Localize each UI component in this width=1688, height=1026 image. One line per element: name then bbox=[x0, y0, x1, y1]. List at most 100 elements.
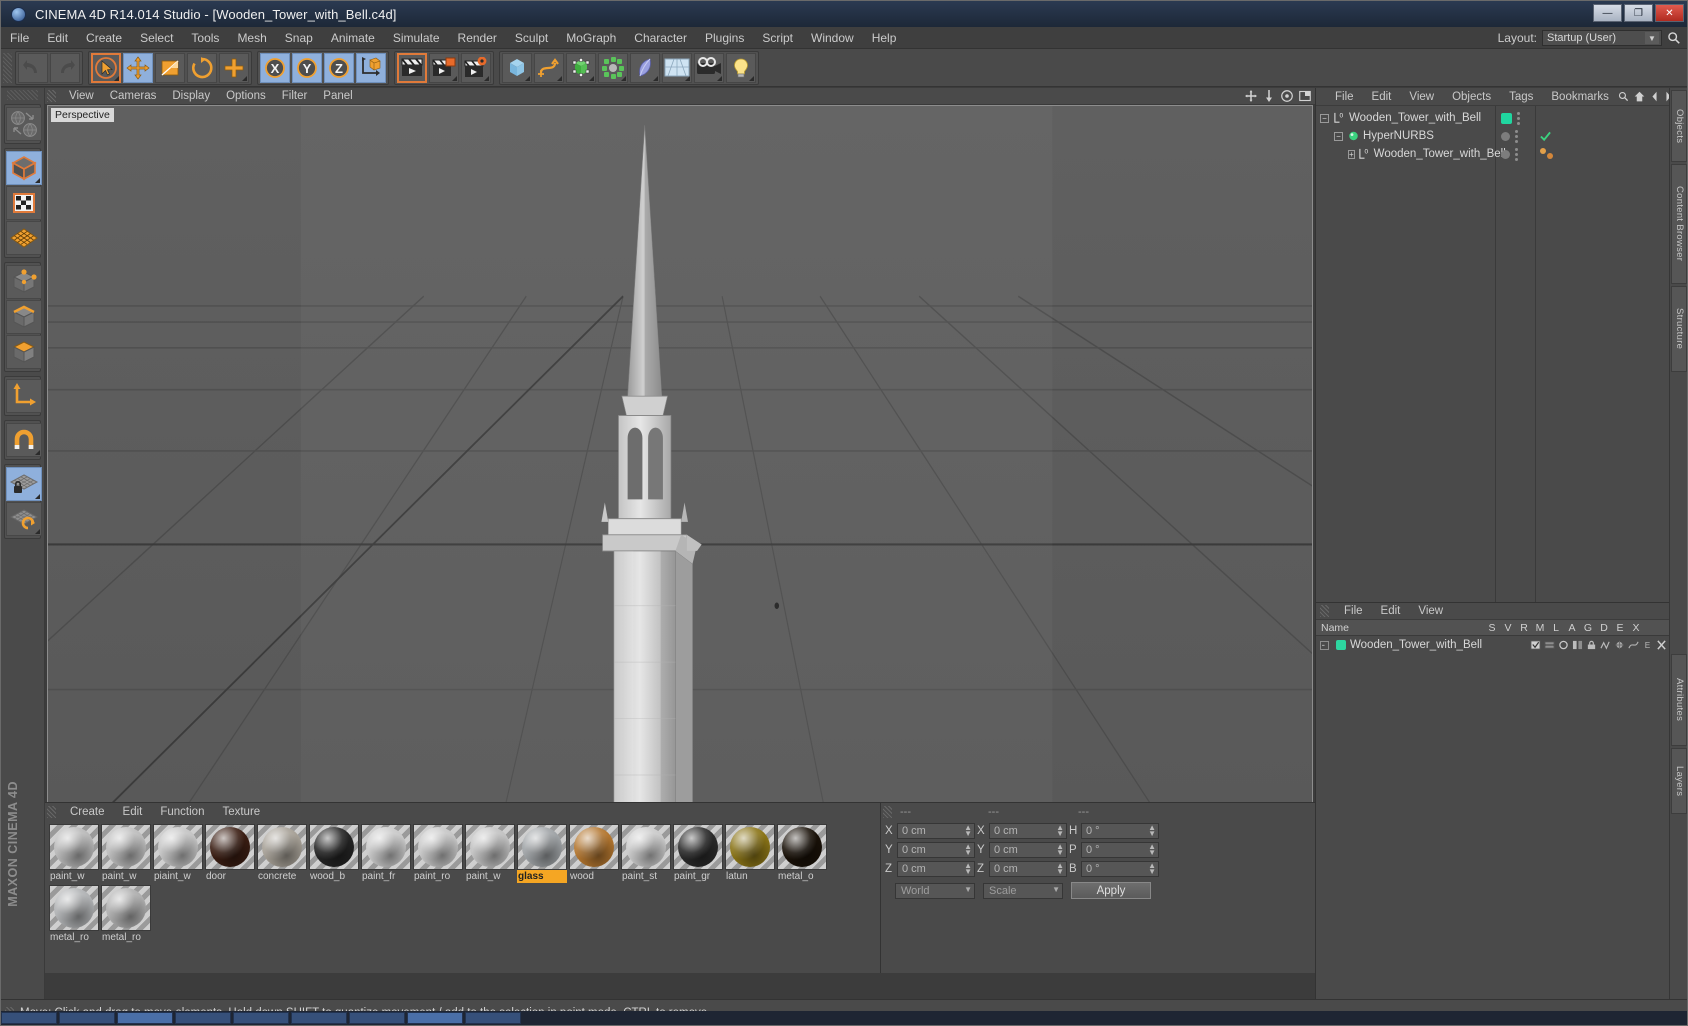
search-icon[interactable] bbox=[1667, 31, 1681, 45]
layer-expression-icon[interactable]: E bbox=[1642, 640, 1653, 650]
more-options-corner[interactable] bbox=[242, 75, 247, 81]
viewport-menu-filter[interactable]: Filter bbox=[274, 88, 316, 105]
world-object-axis-button[interactable] bbox=[356, 52, 386, 83]
menu-mograph[interactable]: MoGraph bbox=[557, 27, 625, 49]
position-x-field[interactable]: 0 cm ▲ ▼ bbox=[897, 822, 975, 839]
polygon-uv-mode-button[interactable] bbox=[6, 221, 42, 255]
menu-help[interactable]: Help bbox=[863, 27, 906, 49]
rotation-p-field[interactable]: 0 ° ▲ ▼ bbox=[1081, 841, 1159, 858]
tab-objects[interactable]: Objects bbox=[1671, 90, 1687, 162]
taskbar-item[interactable] bbox=[291, 1012, 347, 1024]
more-options-corner[interactable] bbox=[35, 450, 40, 455]
scale-button[interactable] bbox=[155, 52, 185, 83]
more-options-corner[interactable] bbox=[685, 75, 690, 81]
back-icon[interactable] bbox=[1650, 91, 1659, 102]
size-mode-select[interactable]: Scale ▼ bbox=[983, 882, 1063, 899]
material-item[interactable]: concrete bbox=[257, 824, 307, 883]
object-menu-view[interactable]: View bbox=[1400, 88, 1443, 106]
material-preview[interactable] bbox=[49, 824, 99, 870]
toolbar-grip[interactable] bbox=[3, 52, 12, 83]
taskbar-item-active[interactable] bbox=[117, 1012, 173, 1024]
apply-button[interactable]: Apply bbox=[1071, 882, 1151, 899]
more-options-corner[interactable] bbox=[525, 75, 530, 81]
spinner-icon[interactable]: ▲▼ bbox=[964, 861, 972, 875]
more-options-corner[interactable] bbox=[35, 494, 40, 499]
menu-file[interactable]: File bbox=[1, 27, 38, 49]
material-item[interactable]: paint_w bbox=[101, 824, 151, 883]
material-preview[interactable] bbox=[569, 824, 619, 870]
tab-content-browser[interactable]: Content Browser bbox=[1671, 164, 1687, 284]
object-menu-file[interactable]: File bbox=[1326, 88, 1363, 106]
more-options-corner[interactable] bbox=[35, 178, 40, 183]
taskbar-item-active[interactable] bbox=[407, 1012, 463, 1024]
spinner-icon[interactable]: ▲▼ bbox=[1148, 861, 1156, 875]
minimize-button[interactable]: — bbox=[1593, 4, 1622, 22]
material-item[interactable]: metal_ro bbox=[101, 885, 151, 944]
material-item[interactable]: door bbox=[205, 824, 255, 883]
points-mode-button[interactable] bbox=[6, 265, 42, 299]
layer-menu-edit[interactable]: Edit bbox=[1372, 602, 1410, 620]
object-menu-bookmarks[interactable]: Bookmarks bbox=[1542, 88, 1618, 106]
lock-z-button[interactable]: Z bbox=[324, 52, 354, 83]
material-menu-texture[interactable]: Texture bbox=[213, 803, 269, 821]
more-options-corner[interactable] bbox=[35, 529, 40, 534]
perspective-viewport[interactable]: Perspective bbox=[47, 105, 1313, 913]
visibility-toggle-icon[interactable] bbox=[1515, 129, 1518, 143]
taskbar-item[interactable] bbox=[233, 1012, 289, 1024]
tag-row-2[interactable] bbox=[1536, 145, 1669, 163]
visibility-toggle-icon[interactable] bbox=[1515, 147, 1518, 161]
menu-snap[interactable]: Snap bbox=[276, 27, 322, 49]
axis-mode-button[interactable] bbox=[6, 379, 42, 413]
search-icon[interactable] bbox=[1618, 91, 1629, 102]
coordinates-grip[interactable] bbox=[883, 806, 892, 818]
spinner-icon[interactable]: ▲▼ bbox=[1148, 823, 1156, 837]
lock-y-button[interactable]: Y bbox=[292, 52, 322, 83]
layer-generator-icon[interactable] bbox=[1614, 640, 1625, 650]
material-preview[interactable] bbox=[777, 824, 827, 870]
menu-render[interactable]: Render bbox=[449, 27, 506, 49]
material-tag-icon[interactable] bbox=[1540, 148, 1546, 154]
material-preview[interactable] bbox=[205, 824, 255, 870]
material-preview[interactable] bbox=[361, 824, 411, 870]
material-item[interactable]: latun bbox=[725, 824, 775, 883]
render-region-button[interactable] bbox=[429, 52, 459, 83]
coordinate-system-select[interactable]: World ▼ bbox=[895, 882, 975, 899]
layer-lock-icon[interactable] bbox=[1586, 640, 1597, 650]
workplane-rotate-button[interactable] bbox=[6, 502, 42, 536]
object-row-0[interactable]: − 0 Wooden_Tower_with_Bell bbox=[1316, 109, 1495, 127]
material-item[interactable]: metal_ro bbox=[49, 885, 99, 944]
undo-button[interactable] bbox=[18, 52, 48, 83]
spinner-icon[interactable]: ▲▼ bbox=[1148, 842, 1156, 856]
spinner-icon[interactable]: ▲▼ bbox=[1056, 861, 1064, 875]
render-view-button[interactable] bbox=[397, 52, 427, 83]
viewport-menu-grip[interactable] bbox=[47, 90, 56, 102]
material-tag-icon[interactable] bbox=[1547, 153, 1553, 159]
more-options-corner[interactable] bbox=[621, 75, 626, 81]
more-options-corner[interactable] bbox=[653, 75, 658, 81]
layer-manager-grip[interactable] bbox=[1320, 605, 1329, 617]
material-preview[interactable] bbox=[257, 824, 307, 870]
material-item[interactable]: wood_b bbox=[309, 824, 359, 883]
taskbar-item[interactable] bbox=[1, 1012, 57, 1024]
rotation-h-field[interactable]: 0 ° ▲ ▼ bbox=[1081, 822, 1159, 839]
material-menu-grip[interactable] bbox=[47, 806, 56, 818]
undo-redo-view-button[interactable] bbox=[6, 107, 42, 141]
material-preview[interactable] bbox=[413, 824, 463, 870]
layer-menu-file[interactable]: File bbox=[1335, 602, 1372, 620]
object-row-2[interactable]: + 0 Wooden_Tower_with_Bell bbox=[1316, 145, 1506, 163]
polygons-mode-button[interactable] bbox=[6, 335, 42, 369]
visibility-row-0[interactable] bbox=[1496, 109, 1535, 127]
check-tag-icon[interactable] bbox=[1540, 131, 1551, 142]
visibility-row-2[interactable] bbox=[1496, 145, 1535, 163]
more-options-corner[interactable] bbox=[452, 75, 457, 81]
model-mode-button[interactable] bbox=[6, 151, 42, 185]
object-menu-objects[interactable]: Objects bbox=[1443, 88, 1500, 106]
material-menu-edit[interactable]: Edit bbox=[114, 803, 152, 821]
rotation-b-field[interactable]: 0 ° ▲ ▼ bbox=[1081, 860, 1159, 877]
visibility-dot-icon[interactable] bbox=[1501, 149, 1510, 159]
menu-select[interactable]: Select bbox=[131, 27, 182, 49]
layer-row[interactable]: ╴ Wooden_Tower_with_Bell E bbox=[1316, 636, 1669, 654]
expander-icon[interactable]: ╴ bbox=[1320, 640, 1329, 650]
taskbar-item[interactable] bbox=[175, 1012, 231, 1024]
expander-icon[interactable]: + bbox=[1348, 149, 1355, 159]
